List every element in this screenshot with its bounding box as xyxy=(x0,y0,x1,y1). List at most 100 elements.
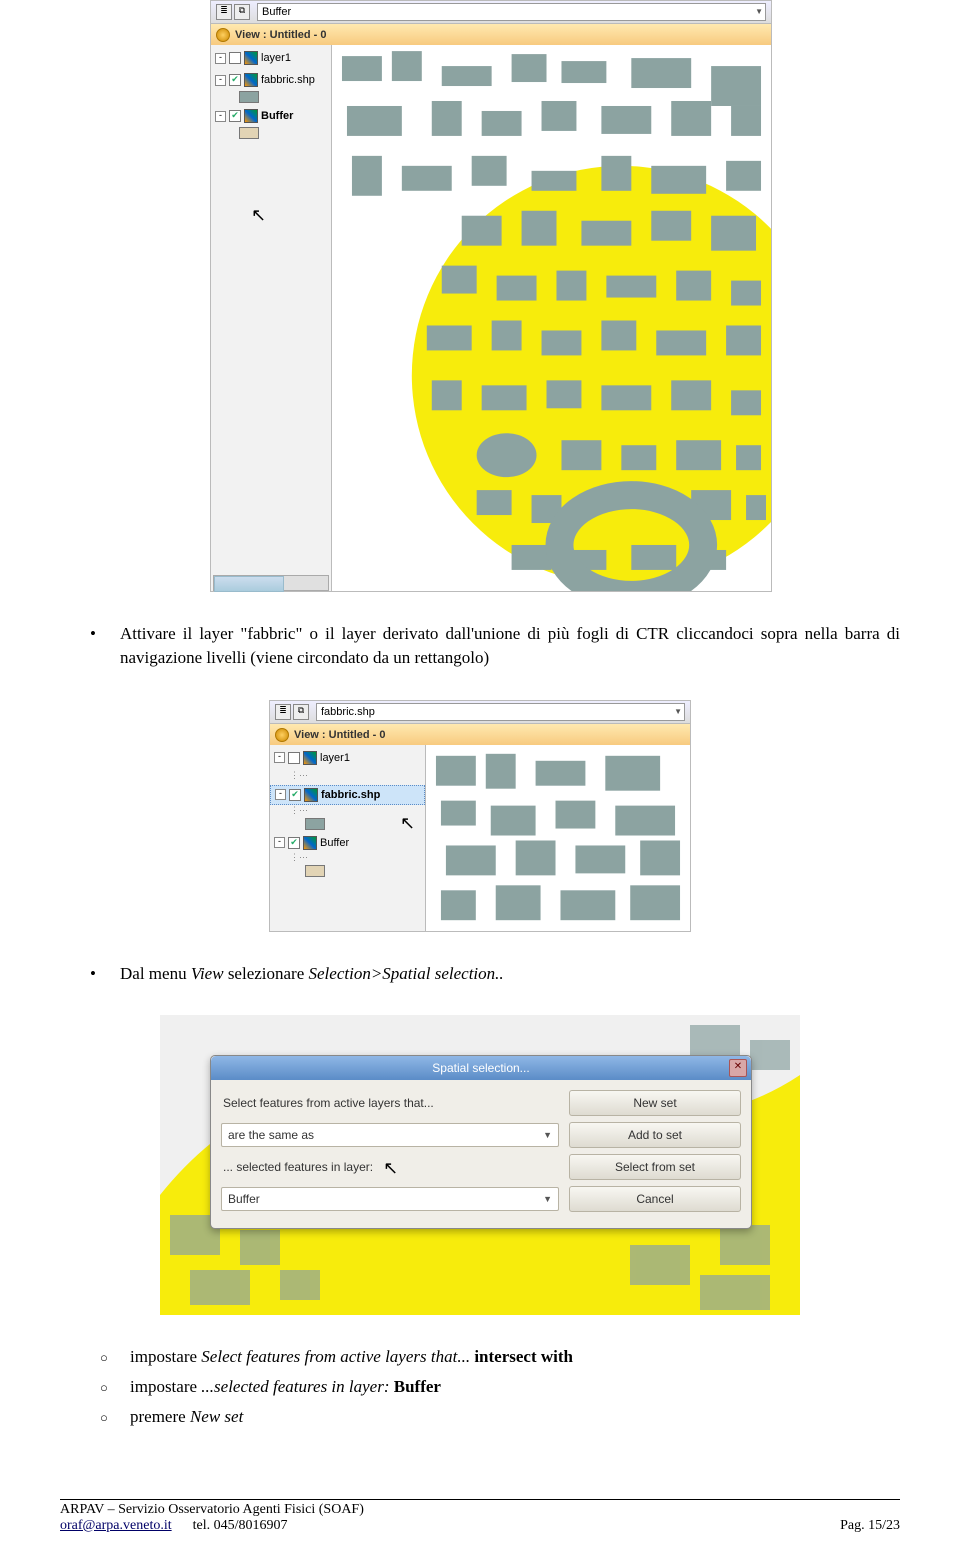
layer-item-buffer[interactable]: - ✔ Buffer xyxy=(211,107,331,125)
fabbric-swatch xyxy=(305,818,325,830)
sub-text: impostare ...selected features in layer:… xyxy=(130,1375,900,1399)
footer-tel-label: tel. xyxy=(193,1518,214,1533)
bullet-circle xyxy=(100,1345,130,1369)
expander-icon[interactable]: - xyxy=(215,111,226,122)
text-bold: Buffer xyxy=(394,1377,441,1396)
select-from-set-button[interactable]: Select from set xyxy=(569,1154,741,1180)
footer-left: ARPAV – Servizio Osservatorio Agenti Fis… xyxy=(60,1502,364,1534)
cancel-button[interactable]: Cancel xyxy=(569,1186,741,1212)
bullet-text: Attivare il layer "fabbric" o il layer d… xyxy=(120,622,900,670)
screenshot-spatial-selection-dialog: Spatial selection... ✕ Select features f… xyxy=(160,1015,800,1315)
close-icon[interactable]: ✕ xyxy=(729,1059,747,1077)
layer-checkbox[interactable] xyxy=(288,752,300,764)
expander-icon[interactable]: - xyxy=(274,752,285,763)
view-icon xyxy=(216,28,230,42)
bullet-dot: • xyxy=(90,962,120,986)
layer-item-layer1[interactable]: - layer1 xyxy=(270,749,425,767)
tree-connector: ⋮⋯ xyxy=(290,852,425,863)
sub-text: impostare Select features from active la… xyxy=(130,1345,900,1369)
expander-icon[interactable]: - xyxy=(275,789,286,800)
page-footer: ARPAV – Servizio Osservatorio Agenti Fis… xyxy=(0,1500,960,1554)
tool-icon-a: ≣ xyxy=(275,704,291,720)
layer-label: Buffer xyxy=(320,837,349,849)
layers-toolbar: ≣ ⧉ fabbric.shp xyxy=(270,701,690,724)
layer-label: fabbric.shp xyxy=(321,789,380,801)
text: impostare xyxy=(130,1377,201,1396)
dialog-titlebar[interactable]: Spatial selection... ✕ xyxy=(211,1056,751,1080)
bullet-item-2: • Dal menu View selezionare Selection>Sp… xyxy=(90,962,900,986)
tool-icon-b: ⧉ xyxy=(234,4,250,20)
cursor-icon: ↖ xyxy=(383,1158,397,1176)
cursor-icon: ↖ xyxy=(400,813,414,831)
spatial-selection-dialog: Spatial selection... ✕ Select features f… xyxy=(210,1055,752,1229)
layer-field[interactable]: Buffer xyxy=(221,1187,559,1211)
new-set-button[interactable]: New set xyxy=(569,1090,741,1116)
cursor-icon: ↖ xyxy=(251,205,265,223)
tree-scrollbar[interactable] xyxy=(213,575,329,591)
bullet-circle xyxy=(100,1405,130,1429)
dialog-label-2: ... selected features in layer: xyxy=(223,1160,373,1174)
layer-type-icon xyxy=(244,73,258,87)
bullet-dot: • xyxy=(90,622,120,670)
add-to-set-button[interactable]: Add to set xyxy=(569,1122,741,1148)
screenshot-select-layer: ≣ ⧉ fabbric.shp View : Untitled - 0 - la… xyxy=(269,700,691,932)
sub-bullet-1: impostare Select features from active la… xyxy=(100,1345,900,1369)
sub-bullet-3: premere New set xyxy=(100,1405,900,1429)
footer-org: ARPAV – Servizio Osservatorio Agenti Fis… xyxy=(60,1502,364,1517)
layer-checkbox[interactable]: ✔ xyxy=(289,789,301,801)
sub-bullet-2: impostare ...selected features in layer:… xyxy=(100,1375,900,1399)
map-canvas[interactable] xyxy=(332,45,771,591)
layer-type-icon xyxy=(244,109,258,123)
text-italic: Selection>Spatial selection.. xyxy=(309,964,504,983)
layer-combo[interactable]: fabbric.shp xyxy=(316,703,685,721)
map-canvas[interactable] xyxy=(426,745,690,931)
page-number: Pag. 15/23 xyxy=(840,1518,900,1533)
layer-checkbox[interactable]: ✔ xyxy=(288,837,300,849)
map-svg xyxy=(426,745,690,931)
dialog-label-1: Select features from active layers that.… xyxy=(221,1096,558,1110)
layer-label: layer1 xyxy=(261,52,291,64)
layer-type-icon xyxy=(303,751,317,765)
map-svg xyxy=(332,45,771,591)
tree-connector: ⋮⋯ xyxy=(290,770,425,781)
footer-email[interactable]: oraf@arpa.veneto.it xyxy=(60,1518,172,1533)
text: premere xyxy=(130,1407,190,1426)
view-title: View : Untitled - 0 xyxy=(235,29,326,41)
layer-label: Buffer xyxy=(261,110,293,122)
tool-icon-b: ⧉ xyxy=(293,704,309,720)
relation-field[interactable]: are the same as xyxy=(221,1123,559,1147)
layer-checkbox[interactable]: ✔ xyxy=(229,110,241,122)
text-italic: ...selected features in layer: xyxy=(201,1377,393,1396)
expander-icon[interactable]: - xyxy=(215,75,226,86)
expander-icon[interactable]: - xyxy=(274,837,285,848)
tool-icon-a: ≣ xyxy=(216,4,232,20)
layer-combo[interactable]: Buffer xyxy=(257,3,766,21)
layer-item-fabbric[interactable]: - ✔ fabbric.shp xyxy=(211,71,331,89)
layer-checkbox[interactable]: ✔ xyxy=(229,74,241,86)
text: selezionare xyxy=(224,964,309,983)
layer-item-layer1[interactable]: - layer1 xyxy=(211,49,331,67)
dialog-title: Spatial selection... xyxy=(432,1061,529,1075)
layer-type-icon xyxy=(303,836,317,850)
layer-checkbox[interactable] xyxy=(229,52,241,64)
expander-icon[interactable]: - xyxy=(215,53,226,64)
buffer-swatch xyxy=(305,865,325,877)
text: impostare xyxy=(130,1347,201,1366)
layers-toolbar: ≣ ⧉ Buffer xyxy=(211,1,771,24)
layer-label: fabbric.shp xyxy=(261,74,315,86)
footer-right: Pag. 15/23 xyxy=(840,1518,900,1534)
fabbric-swatch xyxy=(239,91,259,103)
footer-tel: 045/8016907 xyxy=(214,1518,288,1533)
layer-item-buffer[interactable]: - ✔ Buffer xyxy=(270,834,425,852)
layers-tree-panel[interactable]: - layer1 ⋮⋯ - ✔ fabbric.shp ⋮⋯ - ✔ xyxy=(270,745,426,931)
bullet-text: Dal menu View selezionare Selection>Spat… xyxy=(120,962,900,986)
layer-type-icon xyxy=(304,788,318,802)
text: Attivare il layer "fabbric" o il layer d… xyxy=(120,624,900,667)
layers-tree-panel[interactable]: - layer1 - ✔ fabbric.shp - ✔ Buffer xyxy=(211,45,332,591)
view-icon xyxy=(275,728,289,742)
bullet-item-1: • Attivare il layer "fabbric" o il layer… xyxy=(90,622,900,670)
layer-item-fabbric[interactable]: - ✔ fabbric.shp xyxy=(270,785,425,805)
text-italic: View xyxy=(191,964,224,983)
text: Dal menu xyxy=(120,964,191,983)
text-italic: Select features from active layers that.… xyxy=(201,1347,470,1366)
